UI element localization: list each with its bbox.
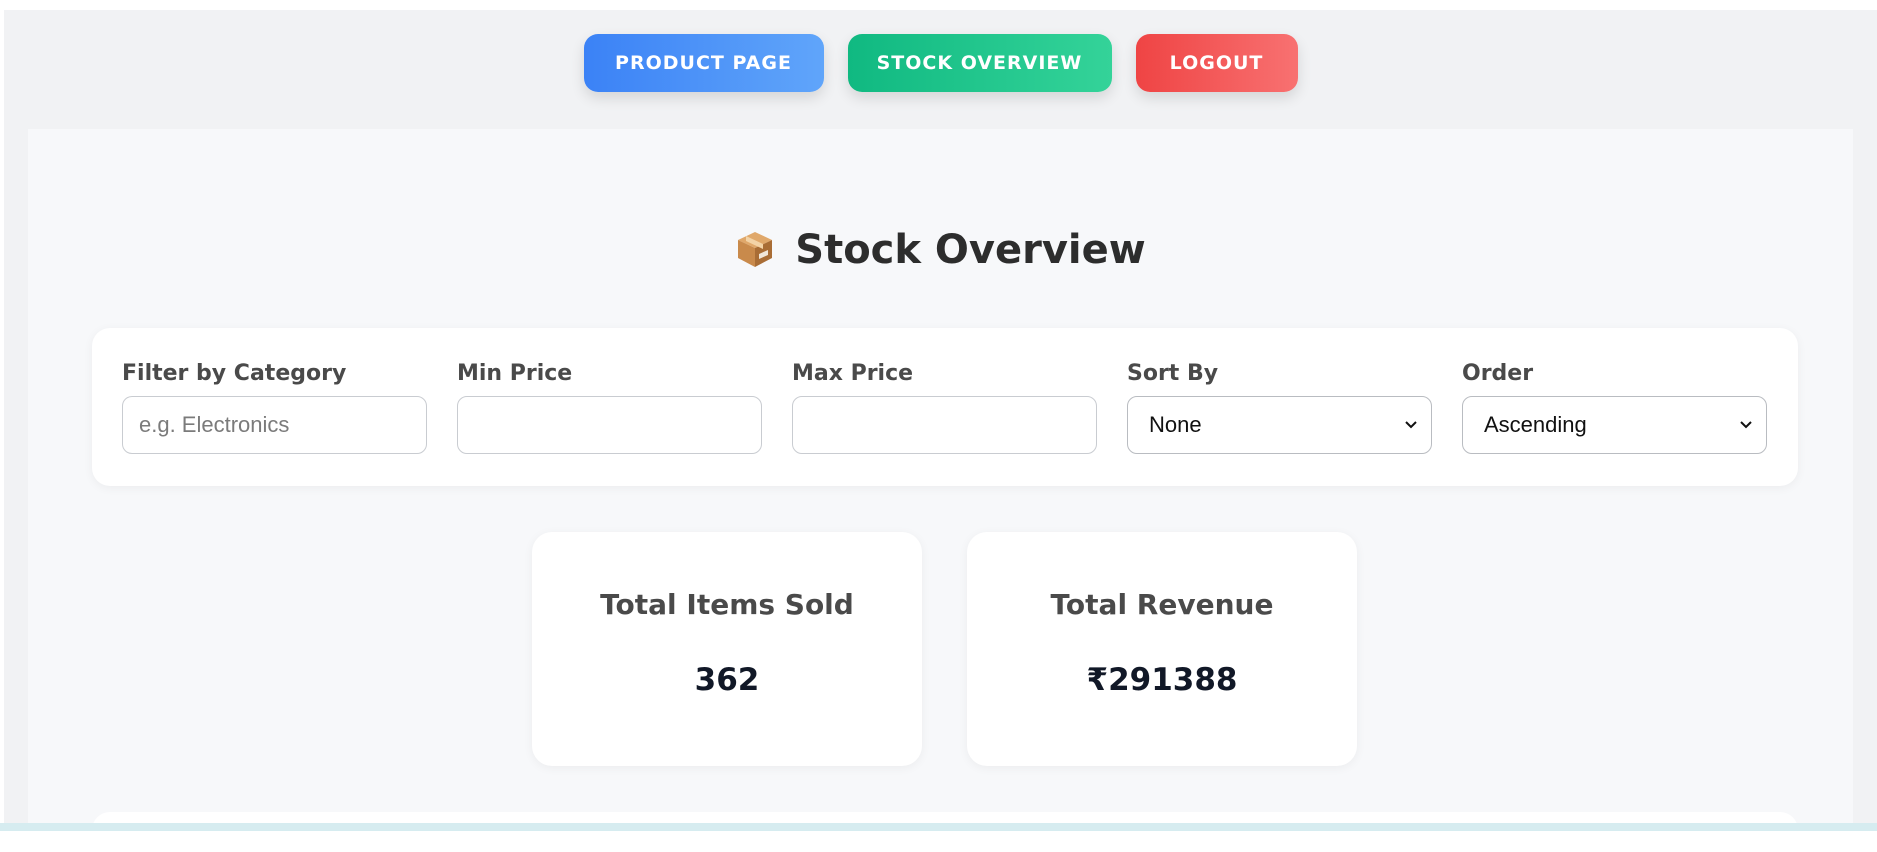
sort-by-select[interactable]: None: [1127, 396, 1432, 454]
table-card: [92, 812, 1798, 852]
items-sold-card: Total Items Sold 362: [532, 532, 922, 766]
category-filter: Filter by Category: [122, 361, 427, 454]
order-select[interactable]: Ascending: [1462, 396, 1767, 454]
filter-panel: Filter by Category Min Price Max Price S…: [92, 328, 1798, 486]
revenue-label: Total Revenue: [1050, 588, 1274, 621]
max-price-input[interactable]: [792, 396, 1097, 454]
package-icon: [735, 229, 775, 269]
order-filter: Order Ascending: [1462, 361, 1767, 454]
order-label: Order: [1462, 361, 1534, 386]
min-price-filter: Min Price: [457, 361, 762, 454]
page-title: Stock Overview: [28, 227, 1853, 273]
chevron-down-icon: [1405, 421, 1417, 429]
sort-by-label: Sort By: [1127, 361, 1219, 386]
order-value: Ascending: [1484, 412, 1587, 437]
revenue-value: ₹291388: [1086, 662, 1238, 698]
product-page-button[interactable]: PRODUCT PAGE: [583, 34, 824, 92]
bottom-edge: [0, 823, 1877, 831]
page-title-text: Stock Overview: [795, 227, 1146, 273]
sort-by-value: None: [1149, 412, 1202, 437]
category-filter-label: Filter by Category: [122, 361, 347, 386]
logout-button[interactable]: LOGOUT: [1135, 34, 1298, 92]
main-content: Stock Overview Filter by Category Min Pr…: [28, 129, 1853, 852]
items-sold-value: 362: [694, 662, 760, 698]
min-price-label: Min Price: [457, 361, 573, 386]
min-price-input[interactable]: [457, 396, 762, 454]
stock-overview-button[interactable]: STOCK OVERVIEW: [847, 34, 1112, 92]
max-price-label: Max Price: [792, 361, 914, 386]
category-input[interactable]: [122, 396, 427, 454]
items-sold-label: Total Items Sold: [600, 588, 854, 621]
sort-by-filter: Sort By None: [1127, 361, 1432, 454]
revenue-card: Total Revenue ₹291388: [967, 532, 1357, 766]
top-nav: PRODUCT PAGE STOCK OVERVIEW LOGOUT: [4, 34, 1877, 92]
page-background: PRODUCT PAGE STOCK OVERVIEW LOGOUT Stock…: [4, 10, 1877, 852]
max-price-filter: Max Price: [792, 361, 1097, 454]
chevron-down-icon: [1740, 421, 1752, 429]
